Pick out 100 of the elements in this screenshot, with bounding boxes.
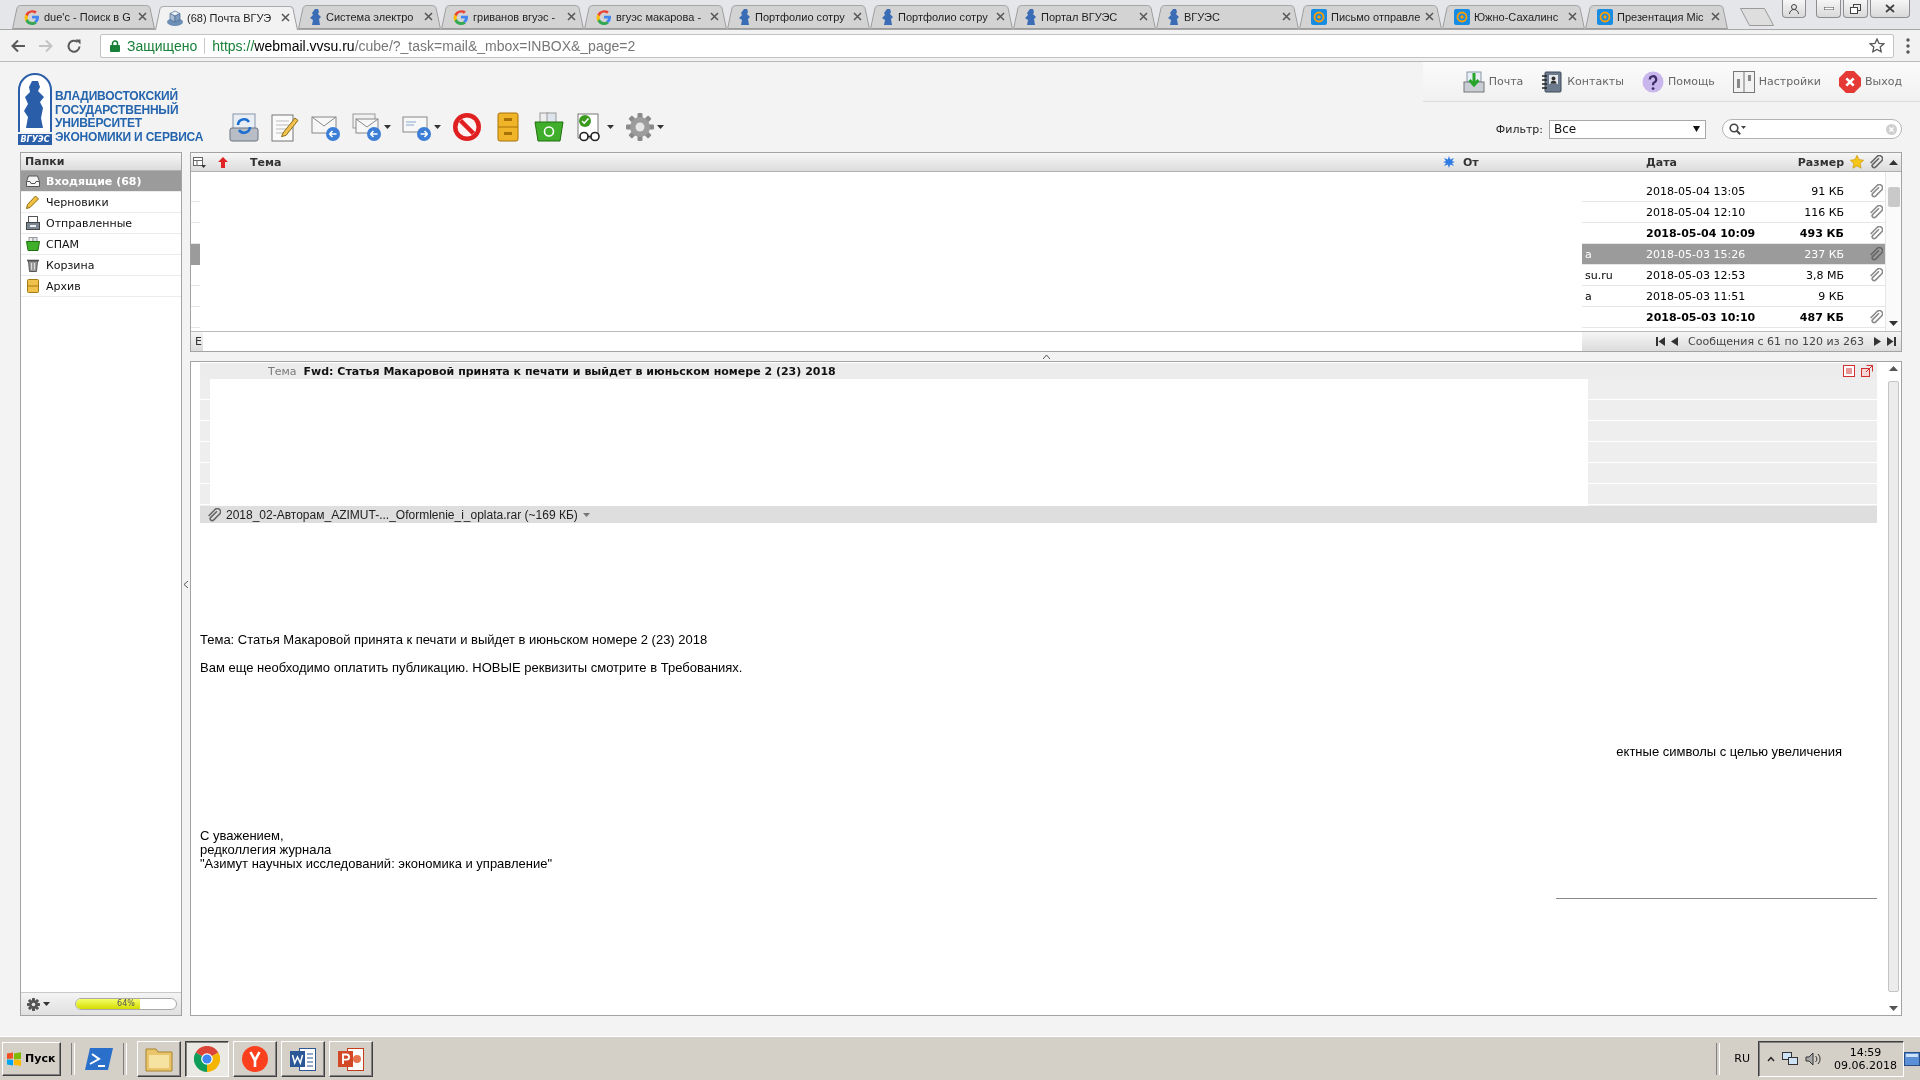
settings-link[interactable]: Настройки: [1732, 70, 1821, 93]
language-indicator[interactable]: RU: [1726, 1052, 1758, 1065]
message-row[interactable]: 2018-05-04 13:05 91 КБ: [1582, 181, 1885, 202]
attachment-link[interactable]: 2018_02-Авторам_AZIMUT-..._Oformlenie_i_oplata.rar (~169 КБ): [226, 507, 578, 522]
scroll-up-icon[interactable]: [1888, 159, 1898, 165]
close-button[interactable]: [1870, 0, 1910, 18]
browser-tab[interactable]: Письмо отправле: [1299, 3, 1442, 29]
print-icon[interactable]: [1843, 365, 1855, 377]
browser-tab[interactable]: вгуэс макарова -: [584, 3, 727, 29]
browser-tab[interactable]: due'c - Поиск в G: [12, 3, 155, 29]
message-row[interactable]: su.ru 2018-05-03 12:53 3,8 МБ: [1582, 265, 1885, 286]
column-header[interactable]: Размер: [1790, 153, 1848, 171]
message-fragment: ектные символы с целью увеличения: [1616, 745, 1842, 759]
caret-icon[interactable]: [384, 125, 392, 129]
size-cell: 9 КБ: [1818, 289, 1844, 303]
bookmark-star-icon[interactable]: [1869, 37, 1885, 54]
profile-button[interactable]: [1782, 0, 1806, 18]
column-header[interactable]: Дата: [1644, 153, 1790, 171]
document-p-icon: [338, 1045, 365, 1072]
close-icon[interactable]: [1282, 12, 1291, 21]
restore-button[interactable]: [1843, 0, 1868, 18]
filter-select[interactable]: Все: [1549, 119, 1706, 139]
browser-tab[interactable]: Презентация Mic: [1585, 3, 1728, 29]
sender-cell: а: [1585, 247, 1592, 261]
search-field[interactable]: [1722, 119, 1902, 139]
last-page-icon[interactable]: [1887, 337, 1896, 346]
scroll-thumb[interactable]: [1887, 187, 1900, 207]
caret-icon[interactable]: [43, 1002, 50, 1006]
message-row[interactable]: 2018-05-03 10:10 487 КБ: [1582, 307, 1885, 328]
column-header[interactable]: Тема: [241, 153, 1441, 171]
logout-link[interactable]: Выход: [1838, 70, 1902, 93]
paperclip-icon: [207, 507, 221, 522]
scroll-down-icon[interactable]: [1888, 1006, 1898, 1011]
trash-icon: [26, 258, 40, 272]
message-row[interactable]: 2018-05-04 10:09 493 КБ: [1582, 223, 1885, 244]
splitter-handle-icon[interactable]: [1042, 354, 1050, 359]
folder-item[interactable]: Архив: [21, 276, 181, 297]
new-window-icon[interactable]: [1861, 365, 1873, 377]
browser-tab[interactable]: ВГУЭС: [1156, 3, 1299, 29]
browser-tab[interactable]: Система электро: [298, 3, 441, 29]
taskbar-button[interactable]: [185, 1040, 230, 1077]
caret-icon[interactable]: [657, 125, 665, 129]
reload-icon[interactable]: [66, 37, 82, 54]
star-icon[interactable]: [1850, 155, 1864, 169]
envelopes-arrow-icon[interactable]: [352, 112, 383, 142]
browser-tab[interactable]: Портал ВГУЭС: [1013, 3, 1156, 29]
previous-page-icon[interactable]: [1671, 337, 1679, 346]
address-field[interactable]: Защищено https://webmail.vvsu.ru/cube/?_task=mail&_mbox=INBOX&_page=2: [100, 33, 1894, 58]
basket-icon: [26, 237, 40, 251]
prohibit-icon[interactable]: [452, 112, 483, 142]
help-link[interactable]: Помощь: [1641, 70, 1715, 93]
show-desktop-icon[interactable]: [1904, 1051, 1920, 1066]
pencil-paper-icon[interactable]: [270, 112, 301, 142]
mail-link[interactable]: Почта: [1462, 70, 1524, 93]
filter-label: Фильтр:: [1495, 122, 1543, 136]
terminal-icon[interactable]: [85, 1046, 114, 1071]
contacts-link[interactable]: Контакты: [1541, 70, 1624, 93]
folder-item[interactable]: СПАМ: [21, 234, 181, 255]
splitter-handle-icon[interactable]: [184, 580, 188, 588]
close-icon[interactable]: [996, 12, 1005, 21]
close-icon[interactable]: [1711, 12, 1720, 21]
close-icon[interactable]: [281, 13, 290, 22]
close-icon[interactable]: [424, 12, 433, 21]
panel-title: Папки: [21, 153, 181, 171]
close-icon[interactable]: [1425, 12, 1434, 21]
volume-icon[interactable]: [1805, 1051, 1821, 1066]
basket-icon[interactable]: [534, 112, 565, 142]
list-options-icon[interactable]: [193, 156, 206, 168]
browser-tab[interactable]: гриванов вгуэс -: [441, 3, 584, 29]
menu-icon[interactable]: [1906, 37, 1910, 54]
chevron-up-icon[interactable]: [1767, 1055, 1775, 1062]
refresh-icon[interactable]: [229, 112, 260, 142]
first-page-icon[interactable]: [1656, 337, 1666, 346]
back-icon[interactable]: [10, 38, 26, 53]
column-header[interactable]: От: [1441, 153, 1644, 171]
message-row[interactable]: 2018-05-04 12:10 116 КБ: [1582, 202, 1885, 223]
start-button[interactable]: Пуск: [2, 1041, 62, 1076]
settings-icon[interactable]: [27, 997, 40, 1011]
clock-date: 09.06.2018: [1834, 1058, 1897, 1072]
scroll-thumb[interactable]: [1887, 381, 1899, 992]
browser-tab[interactable]: Портфолио сотру: [727, 3, 870, 29]
folder-item[interactable]: Отправленные: [21, 213, 181, 234]
close-icon[interactable]: [138, 12, 147, 21]
close-icon[interactable]: [567, 12, 576, 21]
close-icon[interactable]: [853, 12, 862, 21]
close-icon[interactable]: [1568, 12, 1577, 21]
close-icon[interactable]: [710, 12, 719, 21]
arrow-up-icon[interactable]: [218, 156, 228, 168]
browser-tab[interactable]: Южно-Сахалинс: [1442, 3, 1585, 29]
browser-tab[interactable]: Портфолио сотру: [870, 3, 1013, 29]
close-icon[interactable]: [1139, 12, 1148, 21]
caret-icon[interactable]: [434, 125, 442, 129]
browser-tab[interactable]: (68) Почта ВГУЭ: [155, 4, 298, 30]
network-icon[interactable]: [1782, 1051, 1798, 1066]
scroll-down-icon[interactable]: [1889, 321, 1898, 326]
scroll-up-icon[interactable]: [1888, 366, 1898, 371]
lock-icon: [110, 39, 120, 52]
date-cell: 2018-05-03 11:51: [1646, 289, 1746, 303]
next-page-icon[interactable]: [1874, 337, 1881, 346]
caret-icon[interactable]: [607, 125, 615, 129]
